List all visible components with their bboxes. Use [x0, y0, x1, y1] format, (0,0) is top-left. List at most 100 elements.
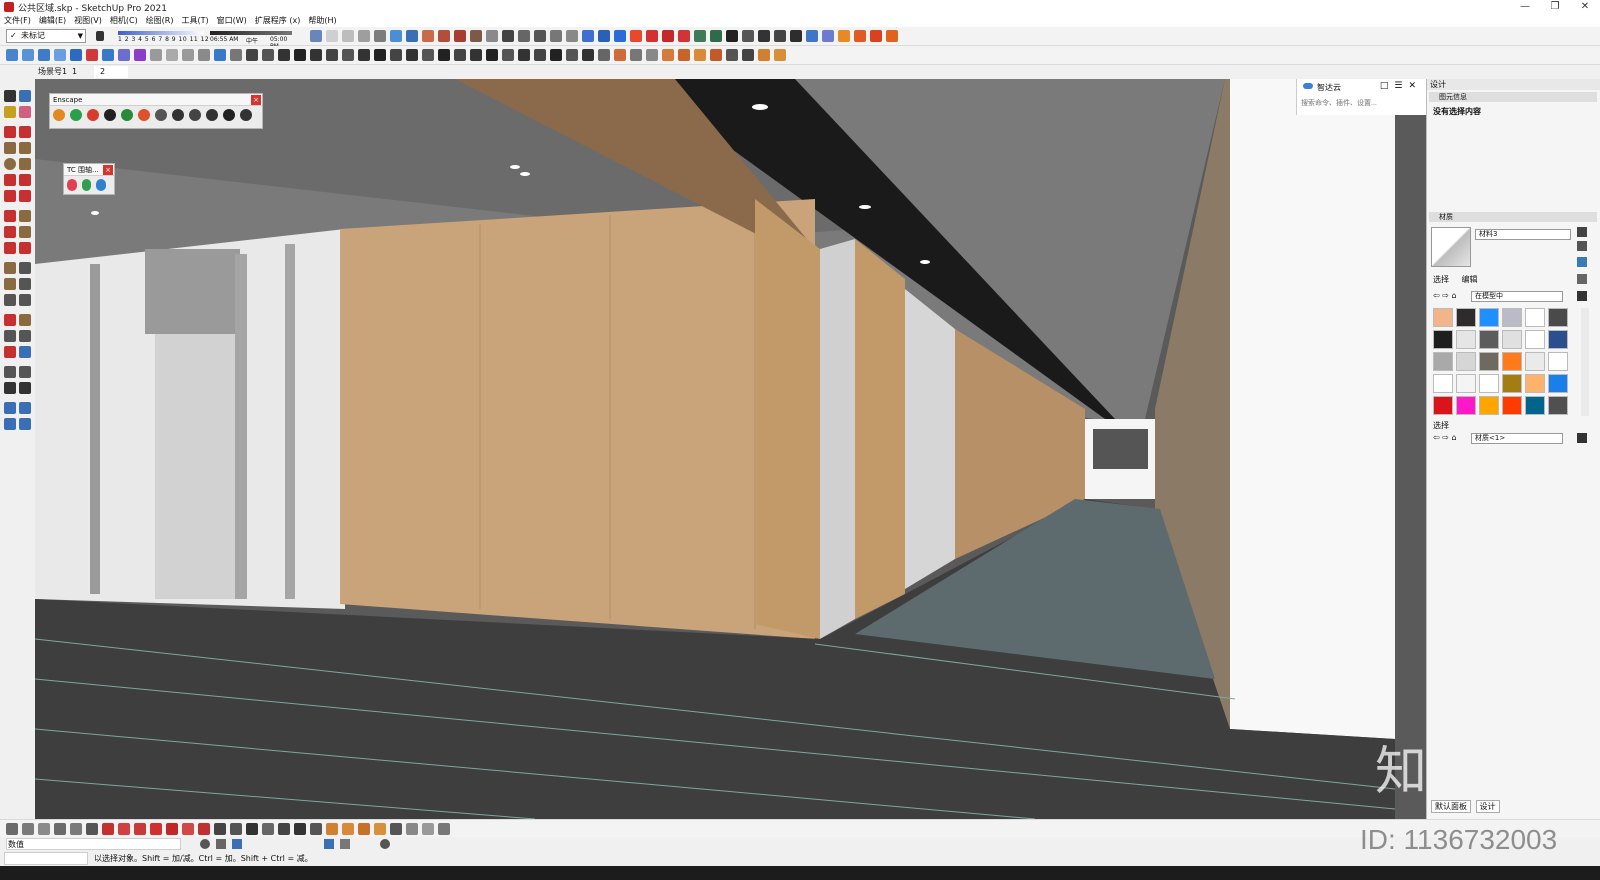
enscape-upload-icon[interactable]	[172, 109, 184, 121]
section-tool-icon[interactable]	[19, 382, 31, 394]
nav-icon[interactable]: ⇦ ⇨ ⌂	[1433, 433, 1457, 442]
bt-26-icon[interactable]	[406, 823, 418, 835]
sweep-icon[interactable]	[326, 49, 338, 61]
orbit-icon[interactable]	[6, 49, 18, 61]
redo-icon[interactable]	[340, 839, 350, 849]
zhidayun-window-controls[interactable]: □☰✕	[1380, 81, 1422, 91]
material-name-field[interactable]: 材料3	[1475, 229, 1571, 240]
prev-view-icon[interactable]	[86, 49, 98, 61]
position-camera-tool-icon[interactable]	[4, 366, 16, 378]
warehouse-icon[interactable]	[566, 30, 578, 42]
cone-icon[interactable]	[742, 30, 754, 42]
zoom-icon[interactable]	[38, 49, 50, 61]
rectangle-icon[interactable]	[774, 30, 786, 42]
weld-icon[interactable]	[390, 49, 402, 61]
spline-icon[interactable]	[454, 49, 466, 61]
plugin-icon[interactable]	[870, 30, 882, 42]
enscape-views-icon[interactable]	[87, 109, 99, 121]
section-plane-icon[interactable]	[502, 30, 514, 42]
material-swatch[interactable]	[1479, 330, 1499, 349]
sandbox4-icon[interactable]	[19, 418, 31, 430]
eyedropper-icon[interactable]	[1577, 274, 1587, 284]
dimension-tool-icon[interactable]	[19, 262, 31, 274]
offset-icon[interactable]	[422, 49, 434, 61]
bt-7-icon[interactable]	[102, 823, 114, 835]
date-slider[interactable]	[118, 31, 204, 35]
protractor-tool-icon[interactable]	[4, 278, 16, 290]
menu-draw[interactable]: 绘图(R)	[146, 15, 174, 26]
home-icon[interactable]	[534, 30, 546, 42]
zoom-window-tool-icon[interactable]	[19, 330, 31, 342]
enscape-start-icon[interactable]	[53, 109, 65, 121]
look-tool-icon[interactable]	[19, 366, 31, 378]
zhidayun-search-input[interactable]	[1301, 97, 1423, 110]
bt-9-icon[interactable]	[134, 823, 146, 835]
circle-icon[interactable]	[4, 158, 16, 170]
offset-tool-icon[interactable]	[19, 242, 31, 254]
house-icon[interactable]	[550, 30, 562, 42]
bt-18-icon[interactable]	[278, 823, 290, 835]
enscape-add-icon[interactable]	[104, 109, 116, 121]
enscape-account-icon[interactable]	[240, 109, 252, 121]
bt-11-icon[interactable]	[166, 823, 178, 835]
material-swatch[interactable]	[1479, 352, 1499, 371]
bt-27-icon[interactable]	[422, 823, 434, 835]
rotated-rect-icon[interactable]	[19, 142, 31, 154]
menu-help[interactable]: 帮助(H)	[308, 15, 336, 26]
view-left-icon[interactable]	[390, 30, 402, 42]
view-iso-icon[interactable]	[310, 30, 322, 42]
pan-tool-icon[interactable]	[19, 314, 31, 326]
bt-3-icon[interactable]	[38, 823, 50, 835]
tab-select[interactable]: 选择	[1433, 275, 1449, 284]
bt-20-icon[interactable]	[310, 823, 322, 835]
select-icon[interactable]	[4, 90, 16, 102]
explode-icon[interactable]	[566, 49, 578, 61]
arc-icon[interactable]	[438, 49, 450, 61]
layer-icon[interactable]	[694, 30, 706, 42]
position-camera-icon[interactable]	[150, 49, 162, 61]
swatch-scrollbar[interactable]	[1581, 308, 1589, 416]
material-swatch[interactable]	[1433, 330, 1453, 349]
point-icon[interactable]	[726, 30, 738, 42]
pushpull-icon[interactable]	[19, 210, 31, 222]
undo-icon[interactable]	[324, 839, 334, 849]
move-icon[interactable]	[4, 210, 16, 222]
gear-orange-icon[interactable]	[886, 30, 898, 42]
close-button[interactable]: ✕	[1570, 0, 1600, 14]
hide-icon[interactable]	[790, 30, 802, 42]
followme-icon[interactable]	[19, 226, 31, 238]
enscape-info-icon[interactable]	[223, 109, 235, 121]
roof-icon[interactable]	[678, 49, 690, 61]
geo-icon[interactable]	[200, 839, 210, 849]
maximize-button[interactable]: ❐	[1540, 0, 1570, 14]
material-sample-icon[interactable]	[1577, 257, 1587, 267]
extrude-icon[interactable]	[310, 49, 322, 61]
axes-tool2-icon[interactable]	[4, 294, 16, 306]
tab-edit[interactable]: 编辑	[1462, 275, 1478, 284]
enscape-settings-icon[interactable]	[189, 109, 201, 121]
view-right-icon[interactable]	[358, 30, 370, 42]
zoom-extents-icon[interactable]	[70, 49, 82, 61]
material-swatch[interactable]	[1548, 330, 1568, 349]
pie-icon[interactable]	[19, 190, 31, 202]
sandbox2-icon[interactable]	[19, 402, 31, 414]
material-tool-icon[interactable]	[614, 49, 626, 61]
tag-select[interactable]: ✓ 未标记 ▼	[6, 29, 86, 43]
line-tool-icon[interactable]	[4, 126, 16, 138]
in-model-select[interactable]: 在模型中	[1471, 291, 1563, 302]
design-tray-tab[interactable]: 设计	[1475, 800, 1500, 813]
style-texture-icon[interactable]	[470, 30, 482, 42]
material-swatch[interactable]	[1456, 330, 1476, 349]
bt-2-icon[interactable]	[22, 823, 34, 835]
bt-1-icon[interactable]	[6, 823, 18, 835]
bt-13-icon[interactable]	[198, 823, 210, 835]
menu-view[interactable]: 视图(V)	[74, 15, 102, 26]
menu-tools[interactable]: 工具(T)	[182, 15, 209, 26]
text-icon[interactable]	[214, 49, 226, 61]
menu-edit[interactable]: 编辑(E)	[39, 15, 66, 26]
credits-icon[interactable]	[216, 839, 226, 849]
component-tool-icon[interactable]	[19, 90, 31, 102]
material-swatch[interactable]	[1502, 308, 1522, 327]
bars-icon[interactable]	[294, 49, 306, 61]
scissors-icon[interactable]	[726, 49, 738, 61]
